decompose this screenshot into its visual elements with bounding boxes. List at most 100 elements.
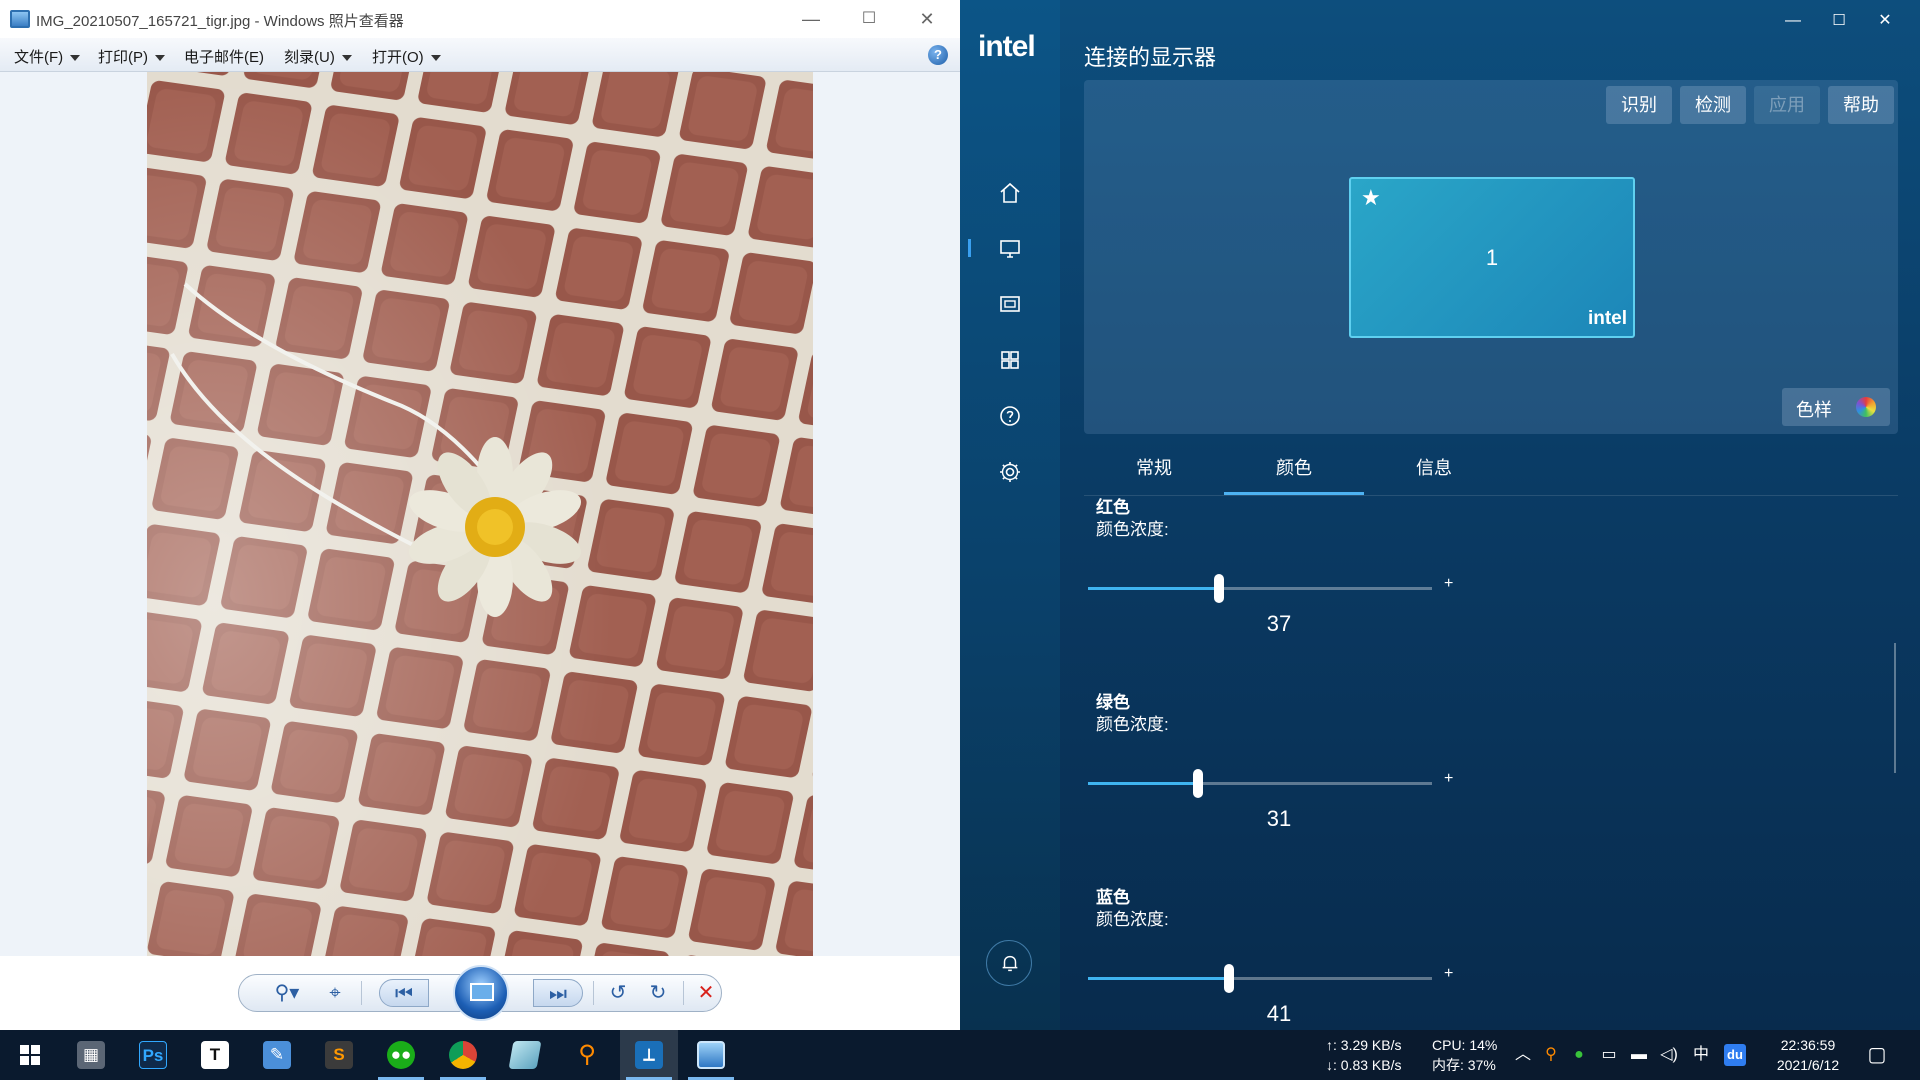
chrome-icon[interactable] [434, 1030, 492, 1080]
photo-viewer-menubar: 文件(F) 打印(P) 电子邮件(E) 刻录(U) 打开(O) ? [0, 38, 960, 72]
net-upload: ↑: 3.29 KB/s [1326, 1037, 1402, 1053]
green-slider[interactable] [1088, 769, 1432, 798]
identify-button[interactable]: 识别 [1606, 86, 1672, 124]
tab-bar: 常规 颜色 信息 [1084, 440, 1898, 496]
notepad-icon[interactable]: ✎ [248, 1030, 306, 1080]
detect-button[interactable]: 检测 [1680, 86, 1746, 124]
search-app-glyph: ⚲ [578, 1041, 596, 1068]
apps-icon[interactable] [998, 348, 1022, 372]
scrollbar[interactable] [1894, 643, 1896, 773]
notification-icon[interactable]: ▢ [1866, 1044, 1888, 1066]
menu-burn-label: 刻录(U) [284, 49, 335, 66]
photo-viewer-titlebar: IMG_20210507_165721_tigr.jpg - Windows 照… [0, 0, 960, 38]
color-swatch-button[interactable]: 色样 [1782, 388, 1890, 426]
search-tray-icon[interactable]: ⚲ [1540, 1044, 1562, 1066]
bell-icon[interactable] [986, 940, 1032, 986]
start-icon[interactable] [0, 1030, 58, 1080]
clock-date[interactable]: 2021/6/12 [1760, 1055, 1856, 1075]
photo-viewer-icon[interactable] [682, 1030, 740, 1080]
baidu-icon[interactable]: du [1724, 1044, 1746, 1066]
video-icon[interactable] [998, 292, 1022, 316]
display-icon[interactable] [998, 236, 1022, 260]
color-swatch-label: 色样 [1796, 400, 1832, 420]
wechat-glyph: ●● [387, 1041, 415, 1069]
maximize-button[interactable]: ☐ [840, 0, 898, 38]
red-saturation-label: 颜色浓度: [1096, 520, 1169, 539]
photoshop-glyph: Ps [139, 1041, 167, 1069]
red-increase[interactable]: + [1444, 575, 1453, 593]
sublime-icon[interactable]: S [310, 1030, 368, 1080]
display-panel: 识别 检测 应用 帮助 ★ 1 intel 色样 [1084, 80, 1898, 434]
active-tab-indicator [1224, 492, 1364, 495]
settings-icon[interactable] [998, 460, 1022, 484]
typora-icon[interactable]: T [186, 1030, 244, 1080]
chevron-down-icon [430, 55, 441, 62]
search-app-icon[interactable]: ⚲ [558, 1030, 616, 1080]
help-icon[interactable] [998, 404, 1022, 428]
blue-slider-fill [1088, 977, 1230, 980]
rotate-right-icon[interactable]: ↻ [643, 979, 673, 1007]
green-increase[interactable]: + [1444, 770, 1453, 788]
menu-file[interactable]: 文件(F) [14, 46, 81, 67]
red-slider[interactable] [1088, 574, 1432, 603]
close-button[interactable]: ✕ [898, 0, 956, 38]
intel-graphics-window: intel 连接的显示器 — ☐ ✕ 识别 检测 应用 帮助 ★ 1 intel… [960, 0, 1920, 1030]
blue-saturation-label: 颜色浓度: [1096, 910, 1169, 929]
minimize-button[interactable]: — [782, 0, 840, 38]
taskbar: ▦ Ps T ✎ S ●● ⚲ ⟂ ↑: 3.29 KB/s ↓: 0.83 K… [0, 1030, 1920, 1080]
blue-slider-thumb[interactable] [1224, 964, 1235, 993]
photoshop-icon[interactable]: Ps [124, 1030, 182, 1080]
red-slider-thumb[interactable] [1213, 574, 1224, 603]
chevron-down-icon [155, 55, 165, 62]
monitor-tile[interactable]: ★ 1 intel [1349, 177, 1635, 338]
chrome-glyph [449, 1041, 477, 1069]
tab-general[interactable]: 常规 [1084, 454, 1224, 480]
zoom-icon[interactable]: ⚲▾ [267, 979, 307, 1007]
home-icon[interactable] [998, 181, 1022, 205]
green-value: 31 [1266, 806, 1292, 831]
blue-slider[interactable] [1088, 964, 1432, 993]
green-slider-thumb[interactable] [1193, 769, 1204, 798]
close-button[interactable]: ✕ [1862, 8, 1908, 34]
typora-glyph: T [201, 1041, 229, 1069]
red-section: 红色 颜色浓度: - + 37 [1084, 497, 1898, 688]
fit-window-icon[interactable]: ⌖ [319, 979, 351, 1007]
clock-time[interactable]: 22:36:59 [1760, 1035, 1856, 1055]
ime-indicator[interactable]: 中 [1690, 1044, 1712, 1066]
sublime-glyph: S [325, 1041, 353, 1069]
menu-burn[interactable]: 刻录(U) [284, 46, 352, 67]
tab-info[interactable]: 信息 [1364, 454, 1504, 480]
network-icon[interactable]: ▭ [1598, 1044, 1620, 1066]
calculator-glyph: ▦ [77, 1041, 105, 1069]
toolbar-divider [361, 981, 362, 1005]
help-button[interactable]: 帮助 [1828, 86, 1894, 124]
blue-increase[interactable]: + [1444, 965, 1453, 983]
previous-icon[interactable]: ⏮ [379, 979, 429, 1007]
blue-value: 41 [1266, 1001, 1292, 1026]
chevron-up-icon[interactable]: ︿ [1512, 1044, 1534, 1066]
maximize-button[interactable]: ☐ [1816, 8, 1862, 34]
minimize-button[interactable]: — [1770, 8, 1816, 34]
help-icon[interactable]: ? [928, 45, 948, 65]
photo-viewer-glyph [697, 1041, 725, 1069]
slideshow-icon[interactable] [453, 965, 509, 1021]
chevron-down-icon [341, 55, 352, 62]
battery-icon[interactable]: ▬ [1628, 1044, 1650, 1066]
rotate-left-icon[interactable]: ↺ [603, 979, 633, 1007]
intel-graphics-glyph: ⟂ [635, 1041, 663, 1069]
apply-button[interactable]: 应用 [1754, 86, 1820, 124]
menu-email[interactable]: 电子邮件(E) [184, 46, 264, 67]
menu-print[interactable]: 打印(P) [98, 46, 165, 67]
tab-color[interactable]: 颜色 [1224, 454, 1364, 480]
wechat-tray-icon[interactable]: ● [1568, 1044, 1590, 1066]
hash-icon[interactable] [496, 1030, 554, 1080]
volume-icon[interactable]: ◁) [1658, 1044, 1680, 1066]
next-icon[interactable]: ⏭ [533, 979, 583, 1007]
color-wheel-icon [1856, 397, 1876, 417]
delete-icon[interactable]: ✕ [691, 979, 721, 1007]
intel-graphics-icon[interactable]: ⟂ [620, 1030, 678, 1080]
photo-viewer-app-icon [10, 10, 30, 28]
wechat-icon[interactable]: ●● [372, 1030, 430, 1080]
calculator-icon[interactable]: ▦ [62, 1030, 120, 1080]
menu-open[interactable]: 打开(O) [372, 46, 441, 67]
